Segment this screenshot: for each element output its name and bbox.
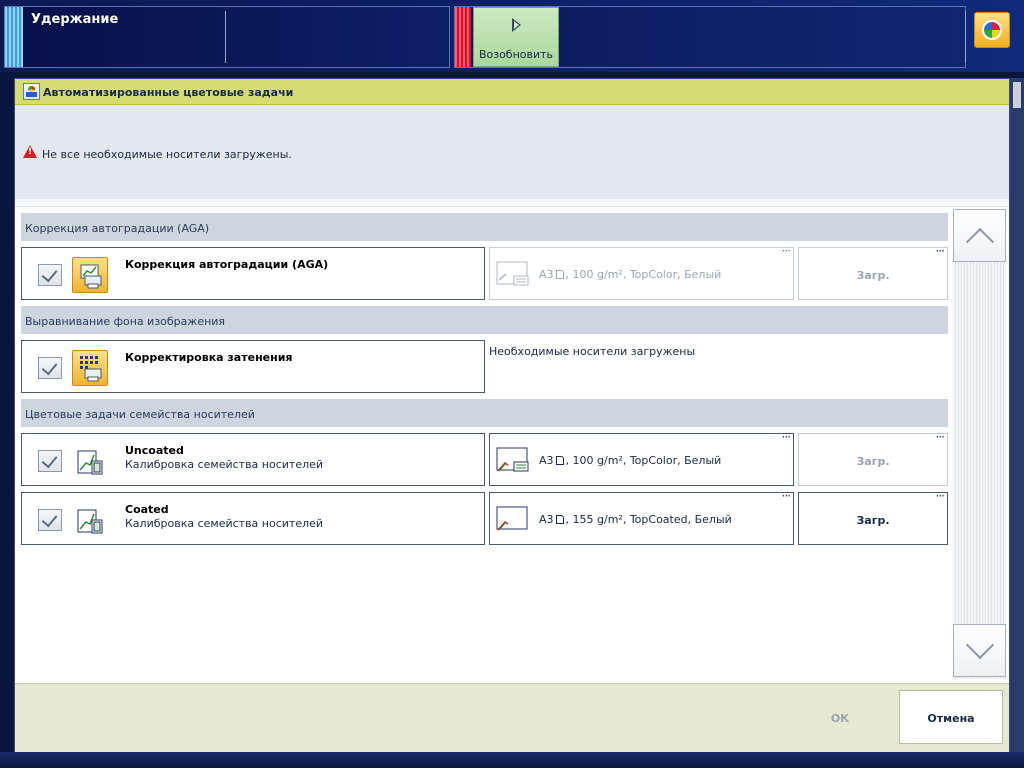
task-card-coated[interactable]: Coated Калибровка семейства носителей bbox=[21, 492, 485, 545]
warning-message: Не все необходимые носители загружены. bbox=[42, 148, 292, 161]
media-size: А3 bbox=[539, 454, 554, 467]
task-card-shading[interactable]: Корректировка затенения bbox=[21, 340, 485, 393]
media-details: , 155 g/m², TopCoated, Белый bbox=[565, 513, 732, 526]
media-sheet-icon bbox=[496, 260, 530, 288]
more-icon[interactable]: ··· bbox=[782, 244, 792, 258]
alert-stripe bbox=[455, 7, 471, 67]
media-details: , 100 g/m², TopColor, Белый bbox=[565, 268, 722, 281]
sheet-orientation-icon bbox=[555, 515, 564, 524]
media-sheet-icon bbox=[496, 446, 530, 474]
status-stripe bbox=[5, 7, 23, 67]
sheet-orientation-icon bbox=[555, 270, 564, 279]
media-description: А3 , 155 g/m², TopCoated, Белый bbox=[539, 513, 732, 526]
shading-correction-icon bbox=[72, 350, 108, 386]
dialog-title-bar: Автоматизированные цветовые задачи bbox=[15, 79, 1009, 105]
automated-color-tasks-dialog: Автоматизированные цветовые задачи Не вс… bbox=[14, 78, 1010, 753]
play-icon bbox=[512, 18, 521, 32]
warning-icon bbox=[23, 145, 37, 158]
more-icon[interactable]: ··· bbox=[782, 489, 792, 503]
task-checkbox[interactable] bbox=[38, 509, 62, 531]
color-wheel-button[interactable] bbox=[974, 12, 1010, 48]
media-status-text: Необходимые носители загружены bbox=[489, 345, 696, 358]
load-button-uncoated[interactable]: ··· Загр. bbox=[798, 430, 948, 486]
status-divider bbox=[225, 11, 226, 63]
media-card-uncoated[interactable]: ··· А3 , 100 g/m², TopColor, Белый bbox=[489, 430, 794, 486]
resume-button[interactable]: Возобновить bbox=[473, 7, 559, 67]
media-size: А3 bbox=[539, 268, 554, 281]
media-details: , 100 g/m², TopColor, Белый bbox=[565, 454, 722, 467]
status-bar: Удержание Возобновить bbox=[0, 0, 1024, 72]
status-divider bbox=[965, 11, 966, 63]
dialog-footer: ОК Отмена bbox=[15, 683, 1009, 753]
section-header-background: Выравнивание фона изображения bbox=[21, 306, 948, 334]
printer-calibration-icon bbox=[72, 257, 108, 293]
resume-label: Возобновить bbox=[478, 48, 554, 61]
media-family-calibration-icon bbox=[72, 502, 108, 538]
load-label: Загр. bbox=[856, 455, 890, 468]
task-checkbox[interactable] bbox=[38, 264, 62, 286]
chevron-down-icon bbox=[965, 630, 995, 660]
media-card-aga[interactable]: ··· А3 , 100 g/m², TopColor, Белый bbox=[489, 244, 794, 300]
chevron-up-icon bbox=[965, 227, 995, 257]
ok-button[interactable]: ОК bbox=[785, 692, 895, 744]
content-separator bbox=[15, 199, 1009, 207]
scrollbar-track[interactable] bbox=[953, 209, 1006, 679]
section-header-media-family: Цветовые задачи семейства носителей bbox=[21, 399, 948, 427]
task-card-uncoated[interactable]: Uncoated Калибровка семейства носителей bbox=[21, 433, 485, 486]
task-card-aga[interactable]: Коррекция автоградации (AGA) bbox=[21, 247, 485, 300]
task-title: Uncoated bbox=[125, 444, 184, 457]
cancel-button[interactable]: Отмена bbox=[899, 690, 1003, 744]
task-title: Coated bbox=[125, 503, 169, 516]
auto-icon bbox=[23, 83, 40, 100]
more-icon[interactable]: ··· bbox=[936, 430, 946, 444]
load-label: Загр. bbox=[856, 269, 890, 282]
task-title: Коррекция автоградации (AGA) bbox=[125, 258, 329, 271]
load-label: Загр. bbox=[856, 514, 890, 527]
background-scroll-knob bbox=[1013, 82, 1021, 108]
task-checkbox[interactable] bbox=[38, 450, 62, 472]
printer-status-panel: Возобновить bbox=[454, 6, 966, 68]
background-scrollbar bbox=[1010, 78, 1024, 752]
scroll-up-button[interactable] bbox=[953, 209, 1006, 262]
status-title: Удержание bbox=[31, 12, 119, 27]
media-description: А3 , 100 g/m², TopColor, Белый bbox=[539, 454, 721, 467]
task-subtitle: Калибровка семейства носителей bbox=[125, 517, 324, 530]
task-title: Корректировка затенения bbox=[125, 351, 293, 364]
media-family-calibration-icon bbox=[72, 443, 108, 479]
task-checkbox[interactable] bbox=[38, 357, 62, 379]
task-subtitle: Калибровка семейства носителей bbox=[125, 458, 324, 471]
media-size: А3 bbox=[539, 513, 554, 526]
media-sheet-icon bbox=[496, 505, 530, 533]
more-icon[interactable]: ··· bbox=[782, 430, 792, 444]
scroll-down-button[interactable] bbox=[953, 624, 1006, 677]
bottom-taskbar bbox=[0, 752, 1024, 768]
section-header-aga: Коррекция автоградации (AGA) bbox=[21, 213, 948, 241]
sheet-orientation-icon bbox=[555, 456, 564, 465]
load-button-aga[interactable]: ··· Загр. bbox=[798, 244, 948, 300]
warning-area: Не все необходимые носители загружены. bbox=[15, 105, 1009, 199]
media-card-coated[interactable]: ··· А3 , 155 g/m², TopCoated, Белый bbox=[489, 489, 794, 545]
media-description: А3 , 100 g/m², TopColor, Белый bbox=[539, 268, 721, 281]
more-icon[interactable]: ··· bbox=[936, 489, 946, 503]
load-button-coated[interactable]: ··· Загр. bbox=[798, 489, 948, 545]
job-status-panel: Удержание bbox=[4, 6, 450, 68]
more-icon[interactable]: ··· bbox=[936, 244, 946, 258]
dialog-title: Автоматизированные цветовые задачи bbox=[43, 86, 294, 99]
color-wheel-icon bbox=[982, 20, 1002, 40]
